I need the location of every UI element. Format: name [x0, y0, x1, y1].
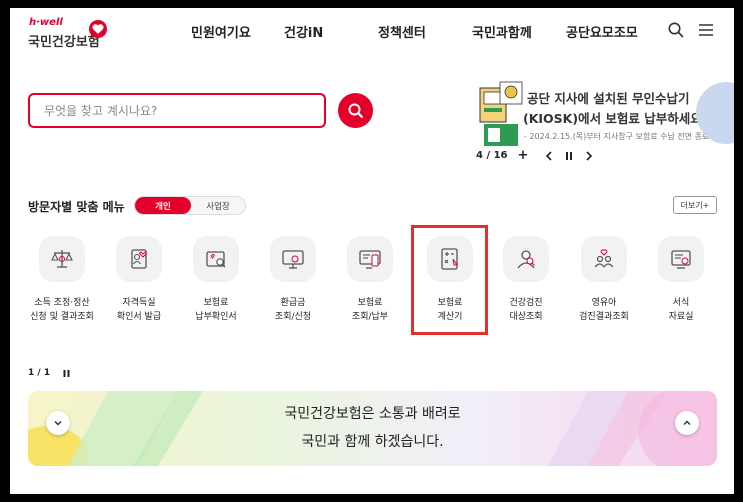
payment-card-icon — [347, 236, 393, 282]
search-button[interactable] — [338, 93, 373, 128]
nav-minwon[interactable]: 민원여기요 — [191, 22, 251, 41]
more-button[interactable]: 더보기+ — [673, 196, 717, 214]
pause-icon[interactable] — [62, 369, 71, 378]
quick-item-label: 소득 조정·정산 신청 및 결과조회 — [30, 298, 94, 322]
pager-counter: 1 / 1 — [28, 368, 51, 378]
notice-pager: 1 / 1 — [28, 368, 71, 378]
toggle-business[interactable]: 사업장 — [190, 197, 246, 214]
scale-icon — [39, 236, 85, 282]
pause-icon[interactable] — [564, 151, 574, 161]
search-placeholder: 무엇을 찾고 계시나요? — [44, 104, 158, 118]
quick-item-income-adjust[interactable]: 소득 조정·정산 신청 및 결과조회 — [24, 234, 100, 332]
banner-counter: 4 / 16 — [476, 150, 508, 161]
notice-line1: 국민건강보험은 소통과 배려로 — [284, 406, 461, 422]
quick-item-premium-inquiry[interactable]: 보험료 조회/납부 — [332, 234, 408, 332]
banner-title-line2[interactable]: (KIOSK)에서 보험료 납부하세요! — [523, 108, 707, 127]
toggle-personal[interactable]: 개인 — [135, 197, 191, 214]
quick-item-label: 자격득실 확인서 발급 — [116, 298, 162, 322]
banner-current: 4 — [476, 150, 483, 161]
receipt-search-icon — [193, 236, 239, 282]
banner-more-button[interactable]: + — [518, 148, 529, 163]
banner-title-line1[interactable]: 공단 지사에 설치된 무인수납기 — [527, 88, 690, 107]
nav-health-in[interactable]: 건강iN — [284, 22, 323, 41]
quick-item-label: 건강검진 대상조회 — [509, 298, 543, 322]
checkup-user-icon — [503, 236, 549, 282]
logo-tagline: h·well — [29, 17, 63, 28]
chevron-right-icon[interactable] — [584, 150, 594, 161]
quick-item-payment-receipt[interactable]: 보험료 납부확인서 — [178, 234, 254, 332]
kiosk-illustration-icon — [479, 81, 523, 146]
banner-counter-separator: / — [486, 150, 491, 161]
highlight-box — [411, 225, 488, 335]
quick-item-eligibility-cert[interactable]: 자격득실 확인서 발급 — [101, 234, 177, 332]
quick-item-checkup-target[interactable]: 건강검진 대상조회 — [488, 234, 564, 332]
banner-subtitle: - 2024.2.15.(목)부터 지사창구 보험료 수납 전면 종료 - — [524, 132, 715, 141]
document-form-icon — [658, 236, 704, 282]
menu-icon[interactable] — [697, 21, 715, 39]
quick-item-infant-checkup[interactable]: 영유아 검진결과조회 — [566, 234, 642, 332]
search-input[interactable]: 무엇을 찾고 계시나요? — [28, 93, 326, 128]
visitor-type-toggle: 개인 사업장 — [134, 196, 246, 215]
notice-line2: 국민과 함께 하겠습니다. — [301, 434, 444, 450]
quick-item-label: 서식 자료실 — [668, 298, 694, 322]
certificate-icon — [116, 236, 162, 282]
site-logo[interactable]: h·well 국민건강보험 — [28, 16, 123, 52]
heart-logo-icon — [89, 20, 107, 38]
nav-policy-center[interactable]: 정책센터 — [378, 22, 426, 41]
chevron-left-icon[interactable] — [544, 150, 554, 161]
notice-banner[interactable]: 국민건강보험은 소통과 배려로 국민과 함께 하겠습니다. — [28, 391, 717, 466]
banner-controls: 4 / 16 + — [476, 148, 594, 163]
refund-monitor-icon — [270, 236, 316, 282]
family-heart-icon — [581, 236, 627, 282]
nav-about[interactable]: 공단요모조모 — [566, 22, 638, 41]
search-icon — [348, 103, 363, 118]
quick-item-label: 보험료 납부확인서 — [195, 298, 237, 322]
quick-menu-title: 방문자별 맞춤 메뉴 — [28, 200, 125, 214]
banner-total: 16 — [493, 150, 508, 161]
nav-with-citizens[interactable]: 국민과함께 — [472, 22, 532, 41]
quick-item-label: 영유아 검진결과조회 — [579, 298, 629, 322]
quick-item-refund[interactable]: 환급금 조회/신청 — [255, 234, 331, 332]
quick-item-label: 환급금 조회/신청 — [274, 298, 312, 322]
page: h·well 국민건강보험 민원여기요 건강iN 정책센터 국민과함께 공단요모… — [10, 8, 734, 494]
quick-item-label: 보험료 조회/납부 — [351, 298, 389, 322]
quick-item-forms[interactable]: 서식 자료실 — [643, 234, 719, 332]
search-icon[interactable] — [667, 21, 685, 39]
